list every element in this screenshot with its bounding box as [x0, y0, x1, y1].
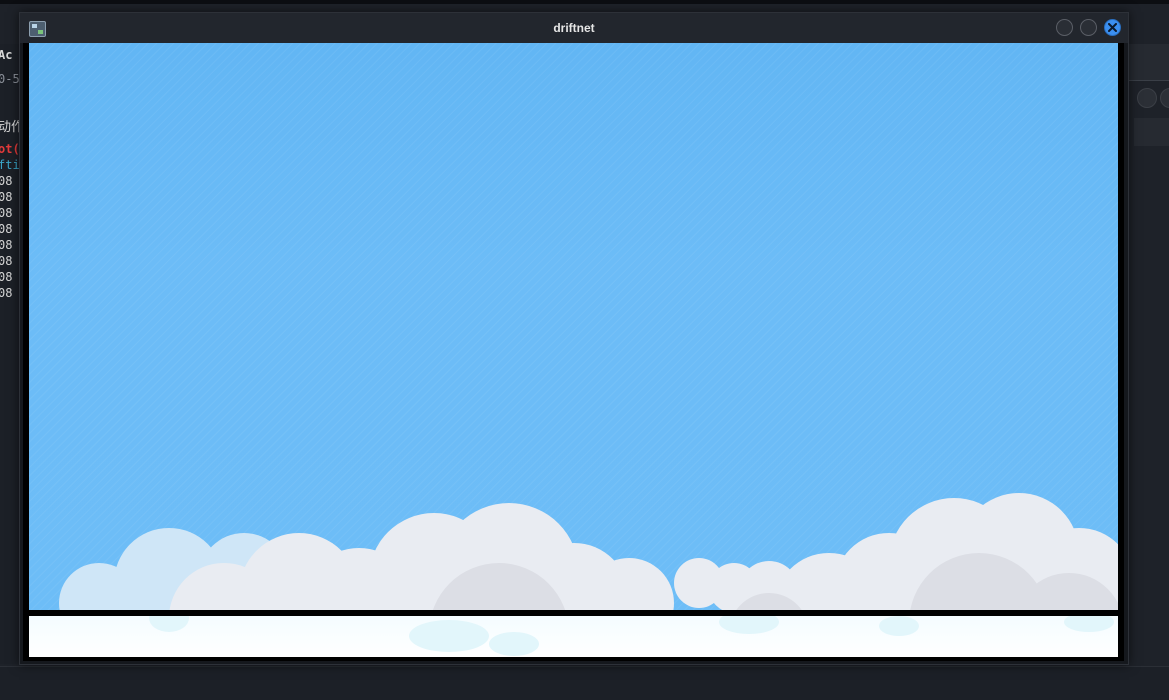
maximize-button[interactable]	[1080, 19, 1097, 36]
minimize-button[interactable]	[1056, 19, 1073, 36]
desktop-top-strip	[0, 0, 1169, 4]
terminal-title-fragment: Ac	[0, 48, 13, 62]
image-display-area	[23, 43, 1124, 661]
terminal-line: 08	[0, 254, 13, 268]
terminal-line: 08	[0, 190, 13, 204]
close-button[interactable]	[1104, 19, 1121, 36]
window-title: driftnet	[553, 21, 595, 35]
background-window-button[interactable]	[1160, 88, 1169, 108]
close-icon	[1108, 23, 1117, 32]
captured-image-light-sky[interactable]	[29, 616, 1118, 657]
background-window-header	[1126, 44, 1169, 81]
terminal-line: 0-5	[0, 72, 20, 86]
terminal-line: fti	[0, 158, 20, 172]
captured-image-sky[interactable]	[29, 43, 1118, 610]
terminal-line: 08	[0, 206, 13, 220]
light-sky-illustration	[149, 616, 1114, 656]
terminal-line: 08	[0, 270, 13, 284]
terminal-line: 08	[0, 174, 13, 188]
window-titlebar[interactable]: driftnet	[20, 13, 1128, 43]
desktop-taskbar	[0, 666, 1169, 700]
sky-clouds-illustration	[29, 43, 1118, 610]
terminal-line: 08	[0, 222, 13, 236]
background-window-button[interactable]	[1137, 88, 1157, 108]
terminal-line: 08	[0, 238, 13, 252]
background-window-tab[interactable]	[1134, 118, 1169, 146]
terminal-line: 08	[0, 286, 13, 300]
driftnet-window: driftnet	[19, 12, 1129, 665]
terminal-line: ot(	[0, 142, 20, 156]
